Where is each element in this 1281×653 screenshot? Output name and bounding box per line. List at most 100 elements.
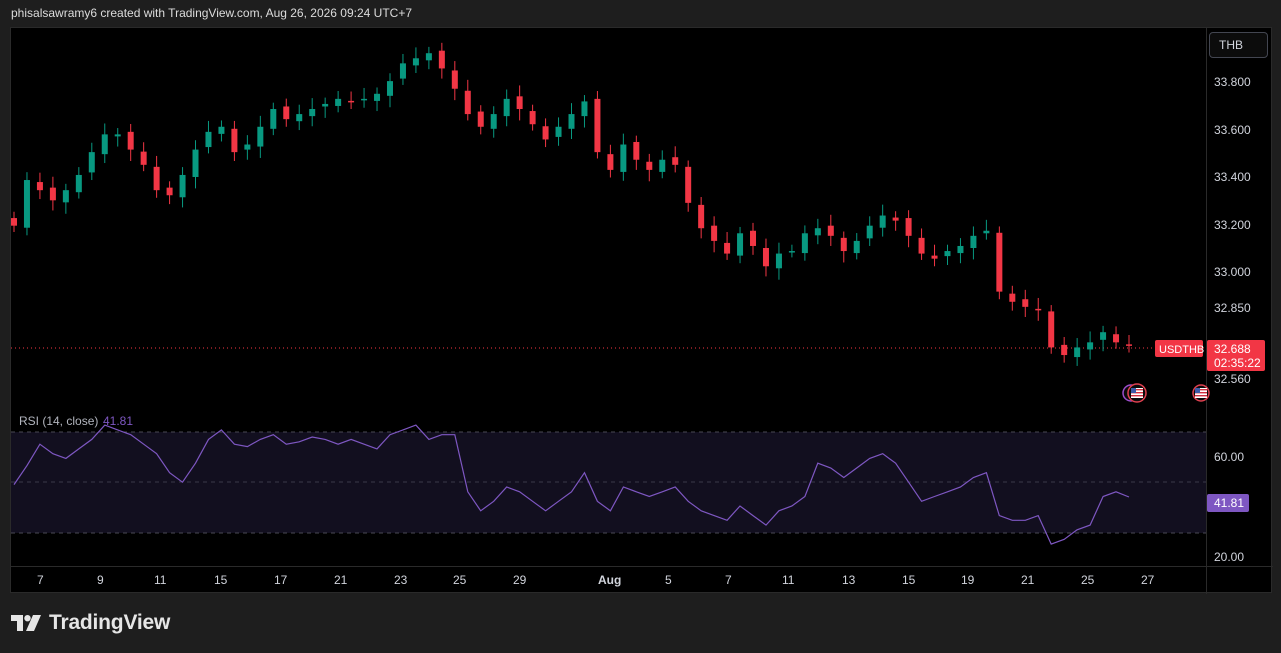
- candle-body: [386, 81, 393, 96]
- candle-body: [672, 157, 679, 165]
- symbol-tag-label: USDTHB: [1159, 344, 1204, 356]
- candle-body: [179, 174, 186, 198]
- rsi-title: RSI (14, close): [19, 414, 98, 428]
- rsi-value-tag[interactable]: 41.81: [1207, 494, 1249, 512]
- chart-attribution: phisalsawramy6 created with TradingView.…: [11, 6, 413, 20]
- candle-body: [11, 218, 17, 226]
- candle-body: [490, 114, 497, 129]
- time-label: 21: [334, 573, 348, 587]
- candle-body: [477, 111, 484, 127]
- time-label: 17: [274, 573, 288, 587]
- candle-body: [892, 217, 899, 221]
- candle-body: [425, 53, 432, 61]
- last-price-countdown: 02:35:22: [1214, 356, 1261, 370]
- candle-body: [1048, 311, 1055, 348]
- candle-body: [412, 58, 419, 66]
- time-label: 11: [154, 573, 167, 587]
- candle-body: [166, 187, 173, 196]
- candle-body: [918, 237, 925, 254]
- candle-body: [581, 101, 588, 117]
- candle-body: [1061, 344, 1068, 356]
- candle-body: [607, 154, 614, 170]
- candle-body: [464, 90, 471, 115]
- candle-body: [244, 144, 251, 150]
- time-label: 19: [961, 573, 975, 587]
- price-label: 33.800: [1214, 75, 1251, 89]
- candle-body: [931, 255, 938, 259]
- candle-body: [309, 109, 316, 117]
- candle-body: [659, 159, 666, 172]
- price-label: 33.400: [1214, 170, 1251, 184]
- candle-body: [503, 98, 510, 117]
- candle-body: [750, 230, 757, 246]
- candle-body: [322, 103, 329, 107]
- candle-body: [399, 63, 406, 79]
- candle-body: [568, 114, 575, 129]
- symbol-tag[interactable]: USDTHB: [1155, 340, 1204, 357]
- candle-body: [283, 106, 290, 120]
- time-label: 23: [394, 573, 408, 587]
- candle-body: [49, 187, 56, 201]
- candle-body: [348, 100, 355, 103]
- candle-body: [451, 70, 458, 89]
- chart-canvas[interactable]: RSI (14, close) 41.81 33.800 33.600 33.4…: [11, 28, 1273, 594]
- candle-body: [555, 126, 562, 137]
- candle-body: [218, 126, 225, 134]
- time-label: 27: [1141, 573, 1155, 587]
- time-label: Aug: [598, 573, 621, 587]
- time-label: 7: [725, 573, 732, 587]
- us-flag-icon[interactable]: [1192, 384, 1210, 402]
- candle-body: [633, 141, 640, 160]
- candle-body: [957, 245, 964, 254]
- chart-frame[interactable]: RSI (14, close) 41.81 33.800 33.600 33.4…: [10, 27, 1273, 594]
- candle-body: [1074, 347, 1081, 358]
- candle-body: [361, 98, 368, 101]
- last-price-value: 32.688: [1214, 342, 1251, 356]
- time-label: 15: [902, 573, 916, 587]
- last-price-tag[interactable]: 32.688 02:35:22: [1207, 340, 1265, 371]
- brand-name: TradingView: [49, 611, 171, 634]
- rsi-axis-label: 60.00: [1214, 450, 1244, 464]
- candle-body: [438, 50, 445, 69]
- price-label: 32.850: [1214, 301, 1251, 315]
- candle-body: [192, 149, 199, 177]
- candle-body: [1100, 332, 1107, 340]
- candle-body: [205, 131, 212, 148]
- price-label: 33.200: [1214, 218, 1251, 232]
- candle-body: [724, 242, 731, 254]
- candle-body: [698, 204, 705, 229]
- time-label: 7: [37, 573, 44, 587]
- candle-body: [762, 248, 769, 267]
- price-label: 33.600: [1214, 123, 1251, 137]
- rsi-axis-label: 20.00: [1214, 550, 1244, 564]
- rsi-title-value: 41.81: [103, 414, 133, 428]
- candle-body: [853, 240, 860, 254]
- candle-body: [996, 232, 1003, 292]
- us-flag-icon[interactable]: [1127, 383, 1147, 403]
- candle-body: [1087, 342, 1094, 350]
- candle-body: [905, 218, 912, 236]
- candle-body: [335, 98, 342, 106]
- candle-body: [814, 228, 821, 236]
- candle-body: [62, 190, 69, 203]
- currency-button[interactable]: THB: [1209, 32, 1268, 58]
- candle-body: [88, 152, 95, 173]
- candle-body: [620, 144, 627, 172]
- price-label: 33.000: [1214, 265, 1251, 279]
- candle-body: [542, 126, 549, 140]
- time-label: 21: [1021, 573, 1035, 587]
- time-label: 25: [453, 573, 467, 587]
- tradingview-logo[interactable]: TradingView: [11, 611, 170, 635]
- candle-body: [516, 96, 523, 110]
- time-label: 15: [214, 573, 228, 587]
- price-label: 32.560: [1214, 372, 1251, 386]
- time-label: 25: [1081, 573, 1095, 587]
- candle-body: [75, 174, 82, 193]
- candles-layer: [11, 42, 1132, 366]
- candle-body: [646, 161, 653, 170]
- candle-body: [114, 134, 121, 137]
- candle-body: [36, 182, 43, 191]
- candle-body: [1126, 344, 1132, 346]
- time-label: 5: [665, 573, 672, 587]
- time-label: 13: [842, 573, 856, 587]
